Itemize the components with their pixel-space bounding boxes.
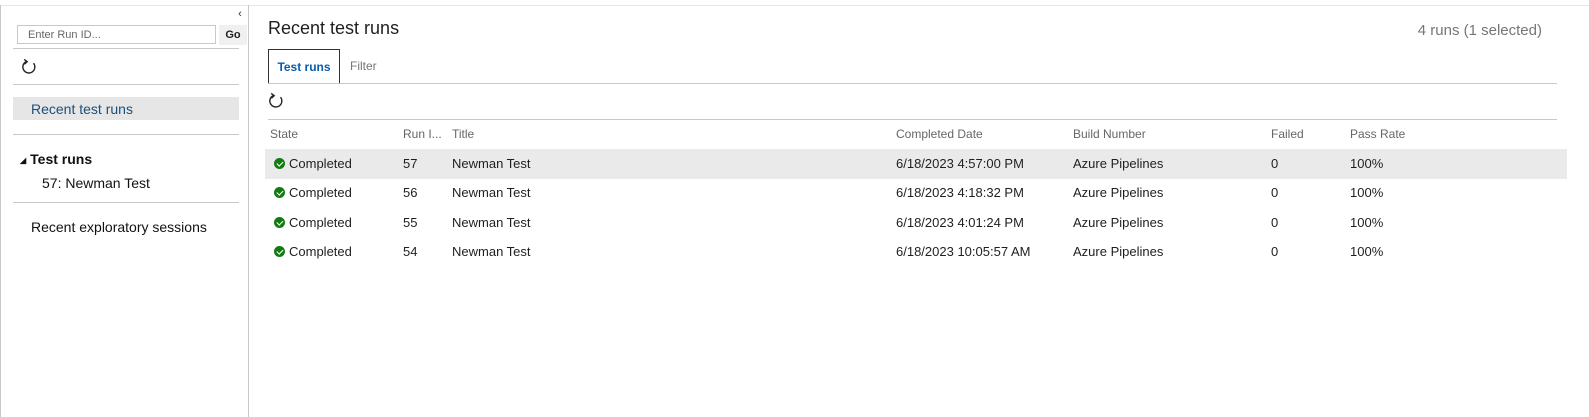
refresh-icon[interactable] (267, 92, 285, 110)
page-title: Recent test runs (268, 18, 400, 38)
row-failed: 0 (1271, 185, 1279, 200)
row-run-id: 55 (403, 215, 418, 230)
tree-test-runs-label: Test runs (30, 151, 93, 167)
success-check-icon (274, 217, 285, 228)
sidebar: ‹ Go Recent test runs ◢ Test runs 57: New… (0, 5, 249, 417)
row-failed: 0 (1271, 215, 1279, 230)
sidebar-divider (13, 84, 239, 85)
column-header-run-id[interactable]: Run I... (403, 127, 442, 141)
row-completed-date: 6/18/2023 4:18:32 PM (896, 185, 1024, 200)
row-run-id: 54 (403, 244, 418, 259)
tabs-divider (268, 83, 1557, 84)
row-title: Newman Test (452, 215, 531, 230)
table-row[interactable]: Completed 54 Newman Test 6/18/2023 10:05… (265, 237, 1567, 267)
success-check-icon (274, 158, 285, 169)
run-count: 4 runs (1 selected) (1417, 22, 1542, 39)
table-row[interactable]: Completed 55 Newman Test 6/18/2023 4:01:… (265, 208, 1567, 238)
column-header-failed[interactable]: Failed (1271, 127, 1304, 141)
row-run-id: 57 (403, 156, 418, 171)
sidebar-divider (13, 48, 239, 49)
nav-recent-test-runs[interactable]: Recent test runs (13, 97, 239, 120)
row-failed: 0 (1271, 156, 1279, 171)
row-build-number: Azure Pipelines (1073, 244, 1164, 259)
sidebar-divider (13, 202, 239, 203)
column-header-build-number[interactable]: Build Number (1073, 127, 1146, 141)
nav-recent-exploratory-sessions[interactable]: Recent exploratory sessions (31, 219, 207, 235)
row-pass-rate: 100% (1350, 215, 1384, 230)
row-failed: 0 (1271, 244, 1279, 259)
refresh-icon[interactable] (20, 58, 38, 76)
table-row[interactable]: Completed 56 Newman Test 6/18/2023 4:18:… (265, 178, 1567, 208)
table-row[interactable]: Completed 57 Newman Test 6/18/2023 4:57:… (265, 149, 1567, 179)
row-pass-rate: 100% (1350, 156, 1384, 171)
row-build-number: Azure Pipelines (1073, 156, 1164, 171)
tree-item-run-57[interactable]: 57: Newman Test (42, 175, 150, 191)
success-check-icon (274, 246, 285, 257)
row-build-number: Azure Pipelines (1073, 215, 1164, 230)
row-completed-date: 6/18/2023 10:05:57 AM (896, 244, 1031, 259)
row-title: Newman Test (452, 185, 531, 200)
row-completed-date: 6/18/2023 4:01:24 PM (896, 215, 1024, 230)
row-pass-rate: 100% (1350, 244, 1384, 259)
nav-recent-test-runs-label: Recent test runs (31, 101, 133, 117)
row-state: Completed (289, 156, 352, 171)
row-build-number: Azure Pipelines (1073, 185, 1164, 200)
run-id-input[interactable] (17, 25, 216, 44)
tab-filter[interactable]: Filter (350, 49, 377, 83)
go-button[interactable]: Go (219, 25, 247, 45)
tab-test-runs[interactable]: Test runs (268, 49, 340, 83)
tree-expanded-icon[interactable]: ◢ (20, 156, 26, 165)
row-title: Newman Test (452, 156, 531, 171)
collapse-icon[interactable]: ‹ (235, 8, 245, 20)
column-header-state[interactable]: State (270, 127, 298, 141)
row-pass-rate: 100% (1350, 185, 1384, 200)
row-title: Newman Test (452, 244, 531, 259)
column-header-title[interactable]: Title (452, 127, 474, 141)
row-state: Completed (289, 185, 352, 200)
row-state: Completed (289, 244, 352, 259)
row-state: Completed (289, 215, 352, 230)
tree-test-runs[interactable]: ◢ Test runs (20, 151, 92, 167)
column-header-completed-date[interactable]: Completed Date (896, 127, 983, 141)
row-run-id: 56 (403, 185, 418, 200)
row-completed-date: 6/18/2023 4:57:00 PM (896, 156, 1024, 171)
success-check-icon (274, 187, 285, 198)
grid-header: State Run I... Title Completed Date Buil… (0, 127, 1589, 141)
toolbar-divider (268, 119, 1557, 120)
column-header-pass-rate[interactable]: Pass Rate (1350, 127, 1405, 141)
